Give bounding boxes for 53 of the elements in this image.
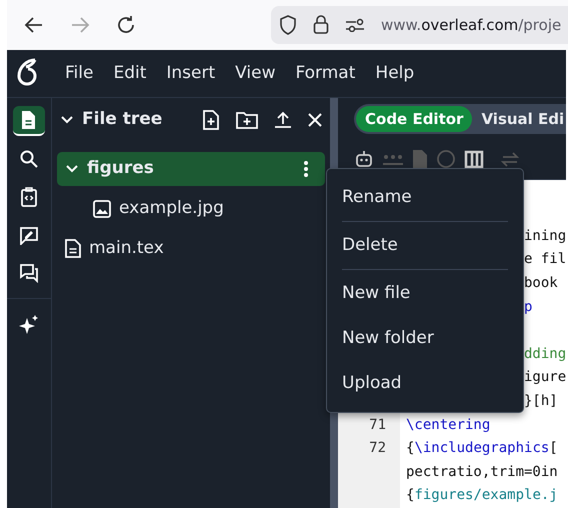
menu-item[interactable]: New folder (327, 316, 523, 361)
code-line: {\includegraphics[ (405, 439, 558, 458)
tree-item[interactable]: main.tex (57, 232, 325, 266)
line-number: 72 (368, 439, 387, 458)
menu-item[interactable]: Upload (327, 361, 523, 406)
panel-title: File tree (82, 108, 162, 132)
kebab-menu-icon[interactable] (303, 160, 309, 178)
new-folder-icon[interactable] (236, 110, 258, 129)
address-bar[interactable]: www.overleaf.com/proje (271, 6, 568, 44)
tree-item[interactable]: example.jpg (57, 192, 325, 226)
code-clipboard-icon (19, 186, 39, 207)
menu-item[interactable]: Help (375, 60, 414, 86)
line-number: 71 (368, 416, 387, 435)
search-icon (19, 148, 39, 169)
menu-item[interactable]: Format (295, 60, 356, 86)
close-icon[interactable] (308, 112, 322, 127)
url-text: www.overleaf.com/proje (381, 14, 562, 36)
menu-item[interactable]: Delete (327, 223, 523, 268)
robot-icon[interactable] (354, 149, 374, 170)
menu-item[interactable]: Edit (113, 60, 146, 86)
tree-item-label: figures (87, 157, 154, 180)
code-line: dding (523, 344, 566, 364)
sparkle-icon (19, 314, 39, 334)
code-line: }[h] (523, 392, 558, 412)
sliders-icon[interactable] (345, 18, 365, 32)
table-icon[interactable] (464, 149, 484, 170)
reload-icon[interactable] (115, 14, 137, 36)
upload-icon[interactable] (274, 110, 292, 129)
menu-item[interactable]: New file (327, 271, 523, 316)
menu-item[interactable]: File (65, 60, 94, 86)
code-line: e fil (523, 250, 566, 270)
chat-icon (19, 262, 39, 283)
tree-item[interactable]: figures (57, 152, 325, 186)
code-line: ining (523, 226, 566, 246)
code-line: igure (523, 368, 566, 388)
tree-item-label: example.jpg (119, 197, 224, 220)
image-icon (93, 200, 111, 218)
pen-card-icon (19, 224, 39, 245)
editor-tab[interactable]: Visual Edi (472, 106, 566, 132)
menu-item[interactable]: Insert (166, 60, 216, 86)
menu-item[interactable]: Rename (327, 175, 523, 220)
code-line: \centering (405, 416, 490, 435)
shield-icon[interactable] (279, 15, 297, 35)
sidebar-tab[interactable] (13, 106, 45, 136)
new-file-icon[interactable] (202, 110, 220, 130)
menu-item[interactable]: View (235, 60, 276, 86)
tree-item-label: main.tex (89, 237, 164, 260)
code-line: pectratio,trim=0in (405, 462, 558, 482)
file-icon (65, 239, 81, 258)
lock-icon[interactable] (313, 15, 329, 35)
code-line: {figures/example.j (405, 486, 558, 506)
code-line: p (523, 298, 532, 317)
editor-tab[interactable]: Code Editor (356, 106, 472, 132)
